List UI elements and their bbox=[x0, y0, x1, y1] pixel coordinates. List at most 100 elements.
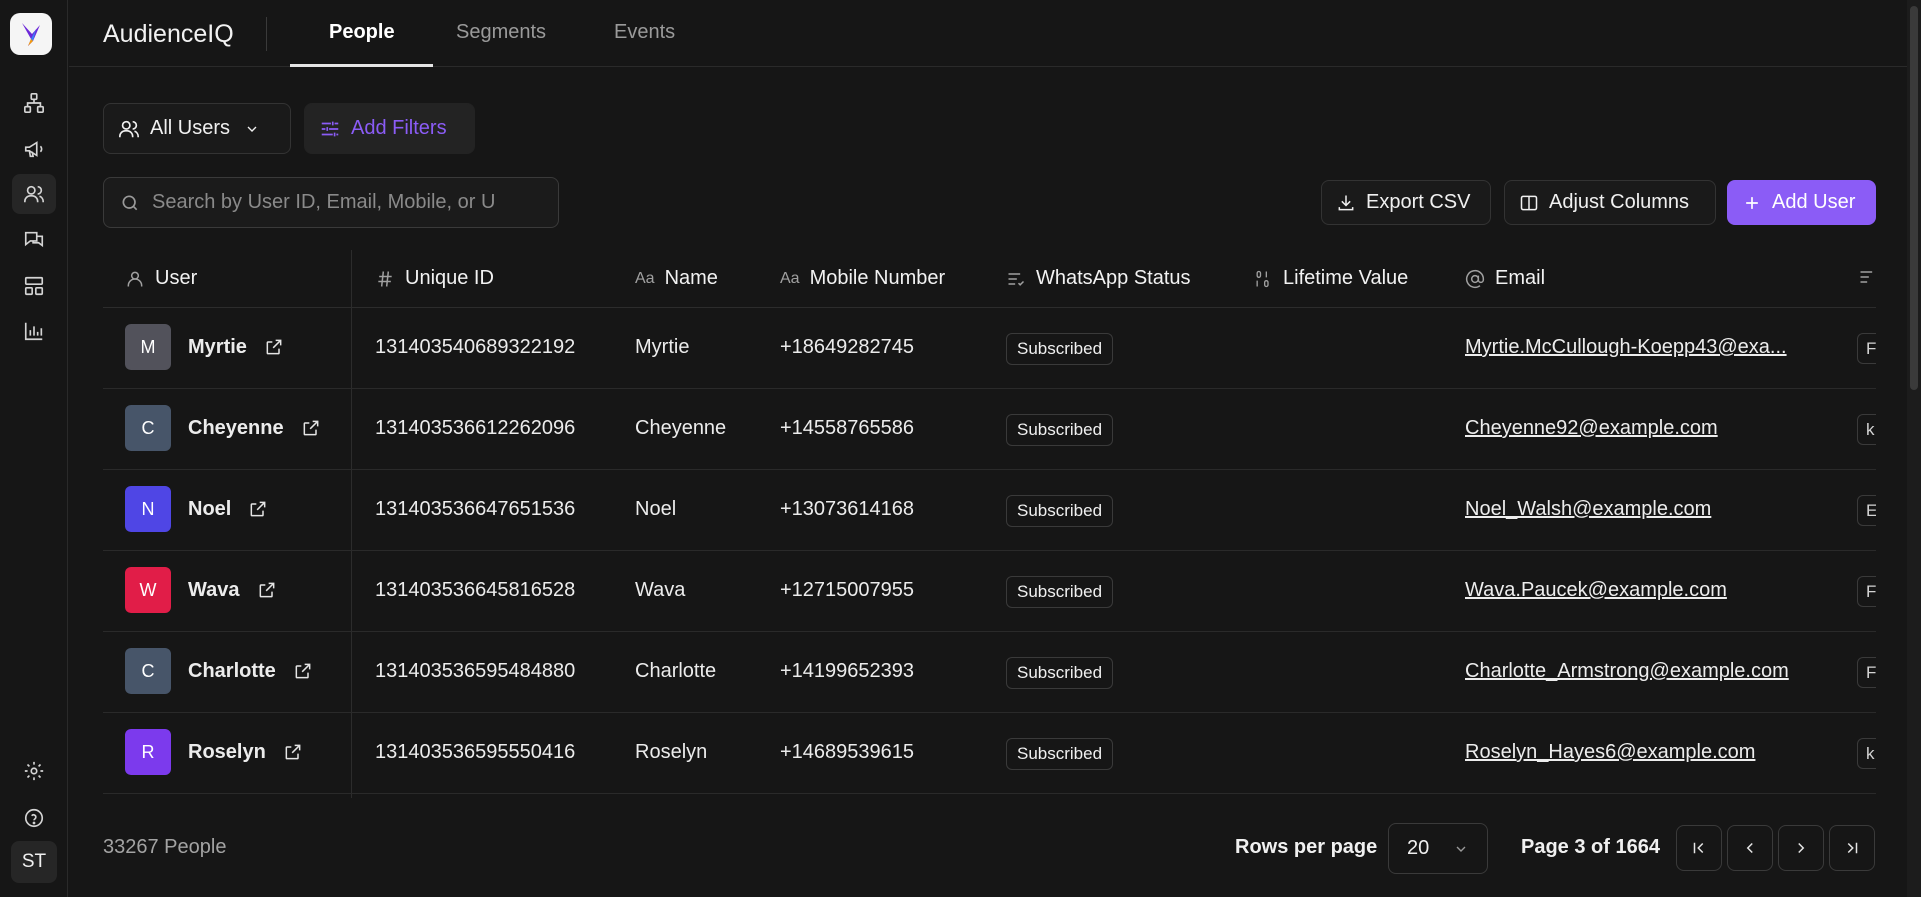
page-scrollbar[interactable] bbox=[1907, 0, 1921, 897]
nav-people[interactable] bbox=[12, 174, 56, 214]
nav-conversations[interactable] bbox=[12, 220, 56, 260]
search-input[interactable] bbox=[152, 191, 512, 214]
tab-segments[interactable]: Segments bbox=[456, 21, 546, 44]
active-tab-indicator bbox=[290, 64, 433, 67]
last-page-button[interactable] bbox=[1829, 825, 1875, 871]
email-link[interactable]: Charlotte_Armstrong@example.com bbox=[1465, 660, 1789, 683]
status-badge: Subscribed bbox=[1006, 657, 1114, 689]
nav-campaigns[interactable] bbox=[12, 129, 56, 169]
email-link[interactable]: Wava.Paucek@example.com bbox=[1465, 579, 1727, 602]
numbers-icon bbox=[1253, 269, 1273, 289]
column-header-name[interactable]: Aa Name bbox=[635, 267, 718, 290]
column-header-unique-id[interactable]: Unique ID bbox=[375, 267, 494, 290]
mobile-cell: +14689539615 bbox=[780, 741, 915, 763]
column-label: Unique ID bbox=[405, 267, 494, 289]
add-user-button[interactable]: Add User bbox=[1727, 180, 1876, 225]
status-badge: Subscribed bbox=[1006, 738, 1114, 770]
hash-icon bbox=[375, 269, 395, 289]
layout-icon bbox=[24, 276, 44, 296]
user-name[interactable]: Cheyenne bbox=[188, 417, 284, 440]
user-filter-dropdown[interactable]: All Users bbox=[103, 103, 291, 154]
email-link[interactable]: Cheyenne92@example.com bbox=[1465, 417, 1718, 440]
at-sign-icon bbox=[1465, 269, 1485, 289]
export-csv-button[interactable]: Export CSV bbox=[1321, 180, 1491, 225]
top-header: AudienceIQ People Segments Events bbox=[69, 0, 1921, 67]
app-logo[interactable] bbox=[10, 13, 52, 55]
tab-events[interactable]: Events bbox=[614, 21, 675, 44]
unique-id-cell: 131403540689322192 bbox=[375, 336, 576, 358]
column-header-user[interactable]: User bbox=[125, 267, 197, 290]
table-row[interactable]: C Charlotte 131403536595484880 Charlotte +14… bbox=[103, 632, 1876, 713]
nav-journeys[interactable] bbox=[12, 83, 56, 123]
nav-analytics[interactable] bbox=[12, 311, 56, 351]
next-page-button[interactable] bbox=[1778, 825, 1824, 871]
external-link-icon[interactable] bbox=[283, 742, 303, 762]
user-cell[interactable]: W Wava bbox=[125, 567, 277, 613]
extra-column-chip: k bbox=[1857, 738, 1876, 769]
megaphone-icon bbox=[24, 141, 43, 158]
list-check-icon bbox=[1006, 269, 1026, 289]
unique-id-cell: 131403536595484880 bbox=[375, 660, 576, 682]
first-page-button[interactable] bbox=[1676, 825, 1722, 871]
rows-per-page-value: 20 bbox=[1407, 837, 1430, 859]
user-name[interactable]: Charlotte bbox=[188, 660, 276, 683]
user-cell[interactable]: C Cheyenne bbox=[125, 405, 321, 451]
table-row[interactable]: N Noel 131403536647651536 Noel +13073614168 S… bbox=[103, 470, 1876, 551]
user-name[interactable]: Myrtie bbox=[188, 336, 247, 359]
table-row[interactable]: R Roselyn 131403536595550416 Roselyn +146895… bbox=[103, 713, 1876, 794]
rows-per-page-select[interactable]: 20 bbox=[1388, 823, 1488, 874]
column-header-more[interactable] bbox=[1858, 267, 1876, 287]
header-divider bbox=[266, 17, 267, 51]
user-cell[interactable]: R Roselyn bbox=[125, 729, 303, 775]
email-link[interactable]: Noel_Walsh@example.com bbox=[1465, 498, 1711, 521]
column-header-lifetime-value[interactable]: Lifetime Value bbox=[1253, 267, 1408, 290]
mobile-cell: +14558765586 bbox=[780, 417, 915, 439]
table-row[interactable]: C Cheyenne 131403536612262096 Cheyenne +1455… bbox=[103, 389, 1876, 470]
external-link-icon[interactable] bbox=[257, 580, 277, 600]
tab-people[interactable]: People bbox=[329, 21, 395, 44]
user-cell[interactable]: N Noel bbox=[125, 486, 268, 532]
extra-column-chip: F bbox=[1857, 333, 1876, 364]
column-header-mobile[interactable]: Aa Mobile Number bbox=[780, 267, 945, 290]
adjust-columns-button[interactable]: Adjust Columns bbox=[1504, 180, 1716, 225]
avatar: R bbox=[125, 729, 171, 775]
column-header-email[interactable]: Email bbox=[1465, 267, 1545, 290]
name-cell: Wava bbox=[635, 579, 686, 601]
external-link-icon[interactable] bbox=[248, 499, 268, 519]
nav-help[interactable] bbox=[12, 798, 56, 838]
external-link-icon[interactable] bbox=[293, 661, 313, 681]
column-header-whatsapp[interactable]: WhatsApp Status bbox=[1006, 267, 1191, 290]
scrollbar-thumb[interactable] bbox=[1910, 6, 1918, 390]
user-name[interactable]: Roselyn bbox=[188, 741, 266, 764]
user-avatar[interactable]: ST bbox=[11, 841, 57, 883]
table-row[interactable]: M Myrtie 131403540689322192 Myrtie +18649282… bbox=[103, 308, 1876, 389]
chevron-right-icon bbox=[1798, 842, 1805, 854]
left-rail: ST bbox=[0, 0, 68, 897]
columns-icon bbox=[1520, 195, 1538, 210]
sliders-icon bbox=[321, 121, 339, 136]
email-link[interactable]: Myrtie.McCullough-Koepp43@exa... bbox=[1465, 336, 1787, 359]
table-row[interactable]: W Wava 131403536645816528 Wava +12715007955 S… bbox=[103, 551, 1876, 632]
external-link-icon[interactable] bbox=[264, 337, 284, 357]
add-user-label: Add User bbox=[1772, 191, 1856, 213]
previous-page-button[interactable] bbox=[1727, 825, 1773, 871]
search-field[interactable] bbox=[103, 177, 559, 228]
download-icon bbox=[1338, 195, 1354, 210]
help-icon bbox=[24, 808, 44, 828]
nav-settings[interactable] bbox=[12, 751, 56, 791]
chevron-down-icon bbox=[247, 126, 257, 132]
column-label: Lifetime Value bbox=[1283, 267, 1409, 289]
status-badge: Subscribed bbox=[1006, 414, 1114, 446]
user-cell[interactable]: C Charlotte bbox=[125, 648, 313, 694]
bird-logo-icon bbox=[22, 23, 40, 46]
avatar: N bbox=[125, 486, 171, 532]
user-name[interactable]: Wava bbox=[188, 579, 240, 602]
mobile-cell: +13073614168 bbox=[780, 498, 915, 520]
user-cell[interactable]: M Myrtie bbox=[125, 324, 284, 370]
nav-templates[interactable] bbox=[12, 266, 56, 306]
app-title: AudienceIQ bbox=[103, 20, 234, 48]
user-name[interactable]: Noel bbox=[188, 498, 231, 521]
add-filters-button[interactable]: Add Filters bbox=[304, 103, 475, 154]
email-link[interactable]: Roselyn_Hayes6@example.com bbox=[1465, 741, 1755, 764]
external-link-icon[interactable] bbox=[301, 418, 321, 438]
